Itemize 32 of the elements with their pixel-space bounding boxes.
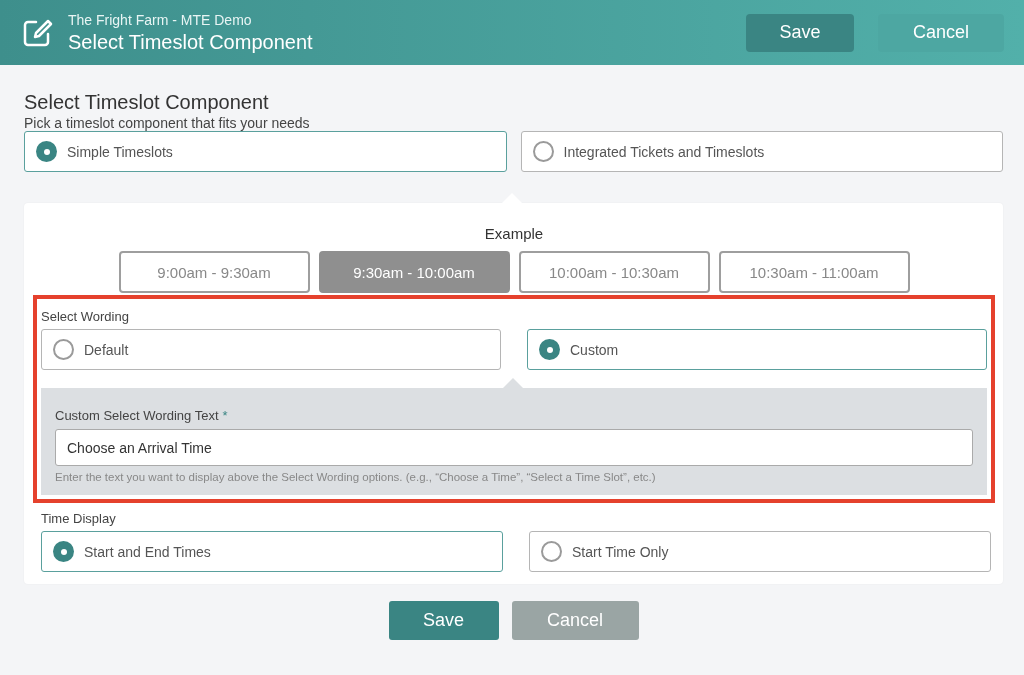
radio-option[interactable]: Default [41,329,501,370]
radio-option[interactable]: Integrated Tickets and Timeslots [520,131,1003,172]
cancel-button[interactable]: Cancel [511,601,639,640]
edit-icon [22,17,54,48]
radio-label: Integrated Tickets and Timeslots [563,143,765,160]
cancel-button[interactable]: Cancel [878,13,1004,52]
timeslot-button[interactable]: 10:30am - 11:00am [718,251,910,293]
timeslot-button[interactable]: 10:00am - 10:30am [518,251,710,293]
radio-label: Start and End Times [84,543,211,560]
radio-option[interactable]: Custom [527,329,987,370]
section-title: Select Timeslot Component [24,91,270,114]
time-display-label: Time Display [41,511,117,526]
radio-option[interactable]: Simple Timeslots [24,131,507,172]
header-subtitle: The Fright Farm - MTE Demo [68,11,253,28]
custom-wording-label: Custom Select Wording Text [55,408,219,423]
timeslot-button[interactable]: 9:00am - 9:30am [118,251,310,293]
section-subtitle: Pick a timeslot component that fits your needs [24,115,311,131]
custom-wording-input[interactable]: Choose an Arrival Time [55,429,973,466]
radio-label: Simple Timeslots [67,143,173,160]
radio-label: Start Time Only [572,543,669,560]
radio-option[interactable]: Start Time Only [529,531,991,572]
save-button[interactable]: Save [746,13,854,52]
header-title: Select Timeslot Component [68,30,314,54]
select-wording-label: Select Wording [41,309,130,324]
help-text: Enter the text you want to display above the Select Wording options. (e.g., “Choose a Time”, “Select a Time Slot”, etc.) [55,471,657,483]
radio-label: Default [84,341,129,358]
radio-label: Custom [570,341,619,358]
radio-option[interactable]: Start and End Times [41,531,503,572]
example-label: Example [483,225,545,242]
required-mark: * [222,408,228,423]
save-button[interactable]: Save [388,601,499,640]
timeslot-button[interactable]: 9:30am - 10:00am [318,251,510,293]
